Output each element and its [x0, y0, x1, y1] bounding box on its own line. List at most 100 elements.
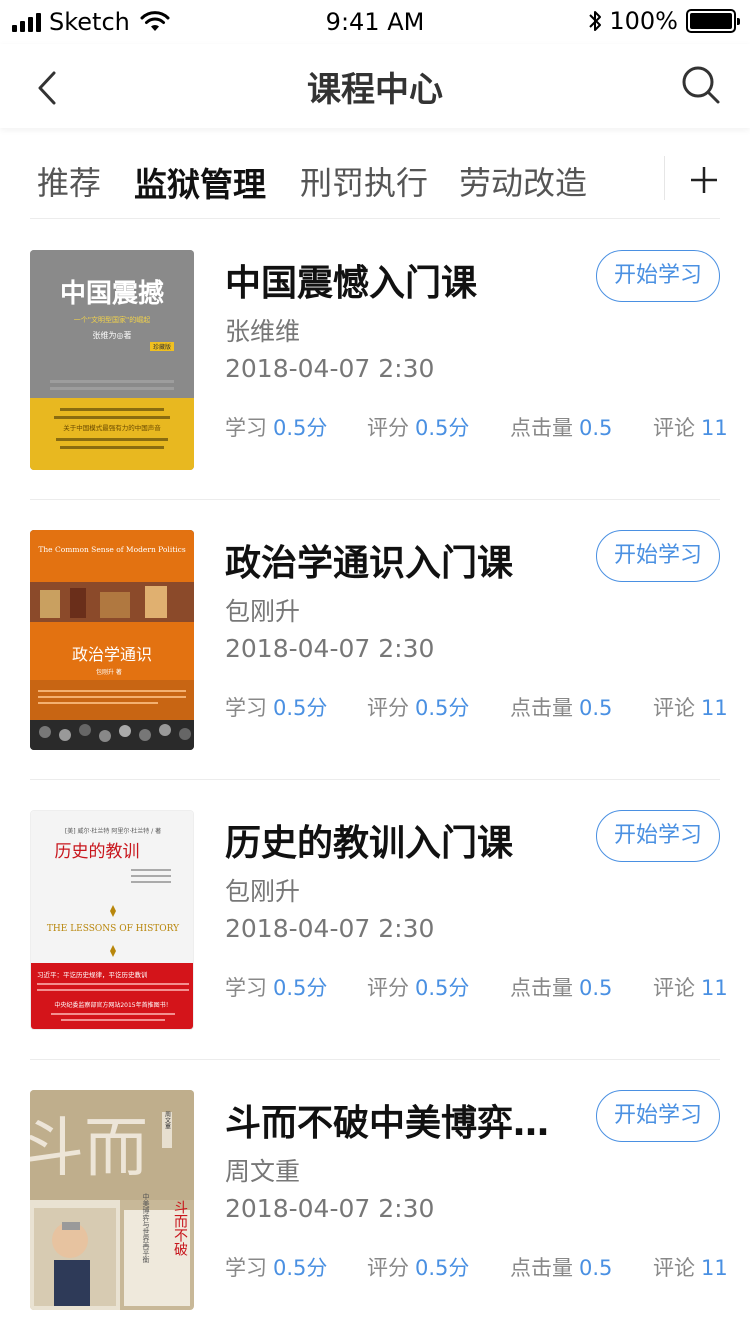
stat-label: 学习: [225, 696, 267, 720]
stat-label: 评论: [653, 1256, 695, 1280]
stat-comments: 评论 11: [653, 692, 728, 722]
book-cover-art: 斗而 周文重 斗而不破 中美博弈与世界再平衡: [30, 1090, 194, 1310]
course-item[interactable]: 中国震撼 一个"文明型国家"的崛起 张维为◎著 珍藏版 关于中国模式最强有力的中…: [30, 220, 728, 500]
stat-value: 0.5分: [273, 696, 328, 720]
stat-value: 0.5: [579, 696, 613, 720]
stat-label: 评论: [653, 696, 695, 720]
stat-study: 学习 0.5分: [225, 412, 327, 442]
course-stats: 学习 0.5分 评分 0.5分 点击量 0.5 评论 11: [225, 972, 728, 1002]
course-author: 张维维: [225, 317, 301, 346]
stat-clicks: 点击量 0.5: [510, 972, 612, 1002]
tab-penalty-execution[interactable]: 刑罚执行: [300, 158, 428, 204]
course-cover: The Common Sense of Modern Politics 政治学通…: [30, 530, 194, 750]
stat-comments: 评论 11: [653, 412, 728, 442]
cover-title: 政治学通识: [72, 645, 152, 664]
bluetooth-icon: [589, 11, 602, 31]
course-title[interactable]: 中国震憾入门课: [225, 254, 477, 306]
stat-label: 点击量: [510, 696, 573, 720]
course-cover: 中国震撼 一个"文明型国家"的崛起 张维为◎著 珍藏版 关于中国模式最强有力的中…: [30, 250, 194, 470]
stat-label: 点击量: [510, 976, 573, 1000]
cover-title: 中国震撼: [60, 278, 164, 309]
course-date: 2018-04-07 2:30: [225, 634, 435, 663]
stat-value: 0.5: [579, 976, 613, 1000]
nav-bar: 课程中心: [0, 44, 750, 128]
cover-title: 斗而不破: [172, 1200, 188, 1256]
cover-band-text: 习近平：平讫历史规律，平讫历史教训: [37, 970, 148, 979]
stat-value: 11: [701, 976, 728, 1000]
tab-labor-reform[interactable]: 劳动改造: [459, 158, 587, 204]
stat-label: 点击量: [510, 1256, 573, 1280]
cover-author-line: [美] 威尔·杜兰特 阿里尔·杜兰特 / 著: [65, 827, 161, 835]
stat-label: 评分: [367, 416, 409, 440]
cover-author: 包刚升 著: [96, 668, 122, 676]
page-title: 课程中心: [307, 70, 443, 110]
stat-rating: 评分 0.5分: [367, 692, 469, 722]
stat-value: 11: [701, 696, 728, 720]
status-right: 100%: [587, 7, 740, 35]
status-bar: Sketch 9:41 AM 100%: [0, 0, 750, 44]
start-learning-button[interactable]: 开始学习: [596, 250, 720, 302]
cover-author: 张维为◎著: [93, 330, 132, 340]
course-title[interactable]: 历史的教训入门课: [225, 814, 513, 866]
stat-rating: 评分 0.5分: [367, 412, 469, 442]
stat-study: 学习 0.5分: [225, 692, 327, 722]
course-cover: [美] 威尔·杜兰特 阿里尔·杜兰特 / 著 历史的教训 THE LESSONS…: [30, 810, 194, 1030]
stat-value: 0.5分: [273, 1256, 328, 1280]
plus-icon[interactable]: [684, 160, 724, 200]
stat-label: 评分: [367, 1256, 409, 1280]
stat-clicks: 点击量 0.5: [510, 1252, 612, 1282]
stat-label: 学习: [225, 1256, 267, 1280]
battery-percentage: 100%: [609, 7, 678, 35]
stat-label: 学习: [225, 976, 267, 1000]
course-title[interactable]: 斗而不破中美博弈…: [225, 1094, 549, 1146]
course-stats: 学习 0.5分 评分 0.5分 点击量 0.5 评论 11: [225, 692, 728, 722]
start-learning-button[interactable]: 开始学习: [596, 530, 720, 582]
course-item[interactable]: [美] 威尔·杜兰特 阿里尔·杜兰特 / 著 历史的教训 THE LESSONS…: [30, 780, 728, 1060]
stat-label: 评论: [653, 976, 695, 1000]
tabs-divider: [30, 218, 720, 219]
course-stats: 学习 0.5分 评分 0.5分 点击量 0.5 评论 11: [225, 1252, 728, 1282]
tab-prison-management[interactable]: 监狱管理: [134, 158, 266, 206]
start-learning-button[interactable]: 开始学习: [596, 810, 720, 862]
cover-en-title: THE LESSONS OF HISTORY: [47, 924, 180, 934]
stat-value: 11: [701, 416, 728, 440]
category-tabs: 推荐 监狱管理 刑罚执行 劳动改造: [0, 130, 750, 220]
stat-value: 0.5分: [415, 696, 470, 720]
course-item[interactable]: 斗而 周文重 斗而不破 中美博弈与世界再平衡 斗而不破中美博弈… 周文重 201…: [30, 1060, 728, 1340]
stat-value: 0.5分: [415, 976, 470, 1000]
course-item[interactable]: The Common Sense of Modern Politics 政治学通…: [30, 500, 728, 780]
stat-study: 学习 0.5分: [225, 972, 327, 1002]
stat-value: 0.5分: [415, 1256, 470, 1280]
stat-comments: 评论 11: [653, 972, 728, 1002]
stat-value: 0.5: [579, 1256, 613, 1280]
book-cover-art: [美] 威尔·杜兰特 阿里尔·杜兰特 / 著 历史的教训 THE LESSONS…: [31, 811, 193, 1029]
tab-recommend[interactable]: 推荐: [37, 158, 101, 204]
cover-badge: 珍藏版: [153, 343, 171, 351]
course-date: 2018-04-07 2:30: [225, 354, 435, 383]
search-icon[interactable]: [678, 62, 724, 108]
course-title[interactable]: 政治学通识入门课: [225, 534, 513, 586]
course-author: 包刚升: [225, 597, 301, 626]
stat-comments: 评论 11: [653, 1252, 728, 1282]
course-cover: 斗而 周文重 斗而不破 中美博弈与世界再平衡: [30, 1090, 194, 1310]
cover-en-title: The Common Sense of Modern Politics: [38, 545, 186, 554]
stat-value: 0.5分: [273, 416, 328, 440]
cover-subtitle: 中美博弈与世界再平衡: [142, 1192, 150, 1264]
stat-rating: 评分 0.5分: [367, 972, 469, 1002]
stat-label: 点击量: [510, 416, 573, 440]
tab-divider: [664, 156, 665, 200]
cover-big-chars: 斗而: [30, 1112, 148, 1186]
start-learning-button[interactable]: 开始学习: [596, 1090, 720, 1142]
cover-author: 周文重: [164, 1111, 171, 1129]
cover-tagline: 关于中国模式最强有力的中国声音: [63, 423, 161, 432]
course-date: 2018-04-07 2:30: [225, 1194, 435, 1223]
stat-value: 11: [701, 1256, 728, 1280]
stat-rating: 评分 0.5分: [367, 1252, 469, 1282]
stat-value: 0.5: [579, 416, 613, 440]
stat-clicks: 点击量 0.5: [510, 692, 612, 722]
cover-footer: 中央纪委监察部官方网站2015年首推图书！: [54, 1001, 171, 1009]
cover-title: 历史的教训: [55, 842, 140, 862]
stat-value: 0.5分: [415, 416, 470, 440]
book-cover-art: The Common Sense of Modern Politics 政治学通…: [30, 530, 194, 750]
stat-value: 0.5分: [273, 976, 328, 1000]
